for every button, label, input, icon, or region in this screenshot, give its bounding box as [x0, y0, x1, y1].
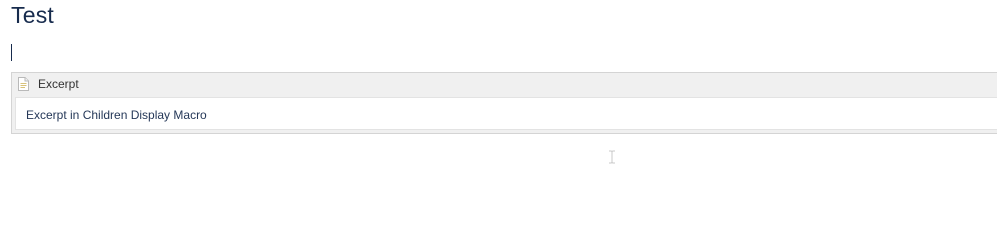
- page-editor[interactable]: Test Excerpt Excerpt in Children Display…: [0, 0, 997, 239]
- document-icon: [18, 77, 29, 91]
- macro-body-text[interactable]: Excerpt in Children Display Macro: [26, 108, 207, 122]
- excerpt-macro[interactable]: Excerpt Excerpt in Children Display Macr…: [11, 72, 997, 134]
- page-title[interactable]: Test: [11, 1, 54, 29]
- macro-title: Excerpt: [38, 77, 79, 91]
- text-caret: [11, 44, 12, 61]
- macro-header[interactable]: Excerpt: [12, 73, 997, 96]
- i-beam-cursor-icon: [608, 150, 616, 164]
- macro-body[interactable]: Excerpt in Children Display Macro: [15, 97, 997, 130]
